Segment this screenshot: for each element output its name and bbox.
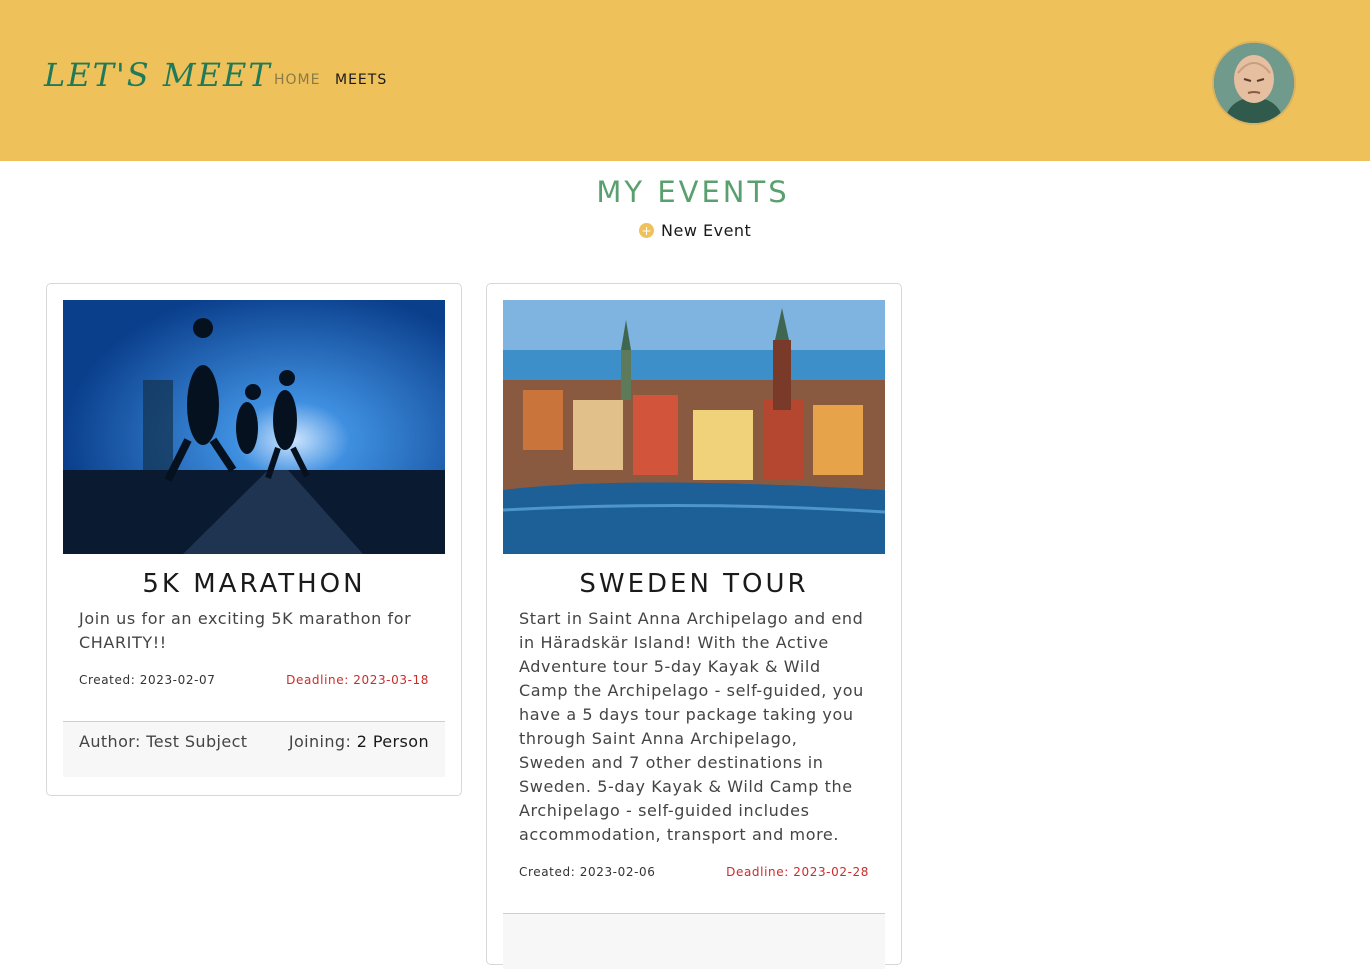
logo[interactable]: LET'S MEET <box>44 56 272 94</box>
joining-label: Joining: <box>288 732 352 751</box>
joining-value: 2 Person <box>356 732 429 751</box>
event-image <box>503 300 885 554</box>
new-event-button[interactable]: + New Event <box>639 221 751 240</box>
created-date: Created: 2023-02-06 <box>519 865 656 879</box>
event-card[interactable]: 5K MARATHON Join us for an exciting 5K m… <box>46 283 462 796</box>
header: LET'S MEET HOME MEETS <box>0 0 1370 161</box>
event-title: SWEDEN TOUR <box>579 569 809 599</box>
card-footer <box>503 913 885 969</box>
event-description: Join us for an exciting 5K marathon for … <box>79 609 412 652</box>
deadline-date: Deadline: 2023-02-28 <box>726 865 869 879</box>
page-title: MY EVENTS <box>596 175 790 209</box>
event-card[interactable]: SWEDEN TOUR Start in Saint Anna Archipel… <box>486 283 902 969</box>
avatar[interactable] <box>1214 43 1294 123</box>
card-footer: Author: Test Subject Joining: 2 Person <box>63 721 445 777</box>
nav-meets-link[interactable]: MEETS <box>335 72 387 88</box>
deadline-date: Deadline: 2023-03-18 <box>286 673 429 687</box>
joining-count: Joining: 2 Person <box>289 732 429 751</box>
event-image <box>63 300 445 554</box>
avatar-image <box>1214 43 1294 123</box>
new-event-label: New Event <box>661 221 752 240</box>
plus-circle-icon: + <box>639 223 654 238</box>
event-title: 5K MARATHON <box>142 569 366 599</box>
nav-home-link[interactable]: HOME <box>274 72 320 88</box>
created-date: Created: 2023-02-07 <box>79 673 216 687</box>
author-label: Author: Test Subject <box>79 732 248 751</box>
event-description: Start in Saint Anna Archipelago and end … <box>519 609 864 844</box>
